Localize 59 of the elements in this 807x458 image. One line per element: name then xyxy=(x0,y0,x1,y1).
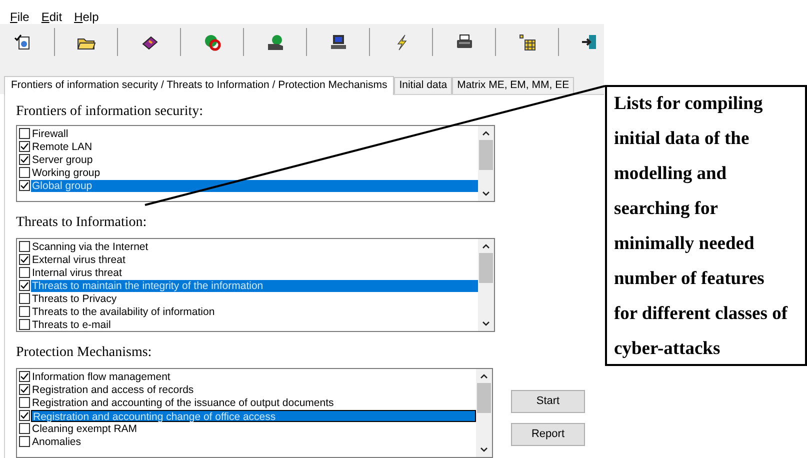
list-item[interactable]: Registration and accounting change of office access xyxy=(31,410,476,422)
section-heading: Protection Mechanisms: xyxy=(16,344,153,362)
checkbox[interactable] xyxy=(19,241,30,252)
checkbox[interactable] xyxy=(19,293,30,304)
checkbox-list[interactable] xyxy=(16,368,493,458)
checkbox[interactable] xyxy=(19,167,30,178)
checkbox[interactable] xyxy=(19,410,30,421)
list-item[interactable]: External virus threat xyxy=(31,254,478,266)
checkbox[interactable] xyxy=(19,267,30,278)
list-item[interactable]: Server group xyxy=(31,154,478,166)
menu-item[interactable]: File xyxy=(10,8,30,24)
callout-text: Lists for compiling initial data of the modelling and searching for minimally needed number of features for different classes of cyber-attacks xyxy=(605,85,807,366)
list-item[interactable]: Cleaning exempt RAM xyxy=(31,422,476,434)
tab[interactable]: Matrix ME, EM, MM, EE xyxy=(452,77,574,94)
list-item[interactable]: Threats to maintain the integrity of the information xyxy=(31,280,478,292)
list-item[interactable]: Threats to Privacy xyxy=(31,292,478,304)
checkbox[interactable] xyxy=(19,141,30,152)
list-item[interactable]: Anomalies xyxy=(31,436,476,448)
list-item[interactable]: Registration and accounting of the issuance of output documents xyxy=(31,396,476,408)
section-heading: Threats to Information: xyxy=(16,214,148,232)
checkbox[interactable] xyxy=(19,436,30,447)
tab[interactable]: Frontiers of information security / Threats to Information / Protection Mechanisms xyxy=(4,76,394,95)
list-item[interactable]: Internal virus threat xyxy=(31,266,478,278)
checkbox[interactable] xyxy=(19,128,30,139)
action-button[interactable]: Start xyxy=(511,390,585,413)
checkbox[interactable] xyxy=(19,154,30,165)
checkbox-list[interactable]: Firewall Remote LAN Server group Working group Global group xyxy=(16,125,495,202)
checkbox[interactable] xyxy=(19,306,30,317)
list-item[interactable]: Information flow management xyxy=(31,370,476,382)
menu-item[interactable]: Help xyxy=(74,8,99,24)
scrollbar[interactable] xyxy=(476,369,492,457)
list-item[interactable]: Firewall xyxy=(31,128,478,140)
action-button[interactable]: Report xyxy=(511,423,585,446)
checkbox[interactable] xyxy=(19,423,30,434)
checkbox[interactable] xyxy=(19,280,30,291)
checkbox-list[interactable] xyxy=(16,238,495,332)
tab[interactable]: Initial data xyxy=(394,77,452,94)
scroll-thumb[interactable] xyxy=(479,140,493,170)
list-item[interactable]: Threats to the availability of information xyxy=(31,306,478,318)
scroll-thumb[interactable] xyxy=(479,253,493,283)
list-item[interactable]: Scanning via the Internet xyxy=(31,240,478,252)
list-item[interactable]: Working group xyxy=(31,166,478,178)
checkbox[interactable] xyxy=(19,384,30,395)
scrollbar[interactable] xyxy=(478,126,494,201)
list-item[interactable]: Threats to e-mail xyxy=(31,318,478,330)
grid-icon xyxy=(517,32,537,52)
list-item[interactable]: Global group xyxy=(31,180,478,192)
section-heading: Frontiers of information security: xyxy=(16,103,204,121)
computer-icon xyxy=(328,32,348,52)
checkbox[interactable] xyxy=(19,371,30,382)
scrollbar[interactable] xyxy=(478,239,494,331)
list-item[interactable]: Remote LAN xyxy=(31,140,478,152)
list-item[interactable]: Registration and access of records xyxy=(31,384,476,396)
scroll-thumb[interactable] xyxy=(477,383,491,413)
checkbox[interactable] xyxy=(19,254,30,265)
checkbox[interactable] xyxy=(19,180,30,191)
menu-item[interactable]: Edit xyxy=(41,8,62,24)
checkbox[interactable] xyxy=(19,319,30,330)
checkbox[interactable] xyxy=(19,397,30,408)
